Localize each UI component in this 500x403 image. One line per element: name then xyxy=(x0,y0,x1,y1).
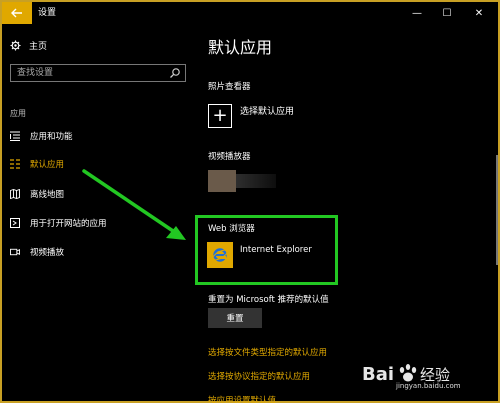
window-frame xyxy=(0,0,500,403)
search-input[interactable] xyxy=(11,65,161,81)
sidebar-item-offline-maps[interactable]: 离线地图 xyxy=(10,187,64,201)
baidu-jingyan-logo: Bai 经验 xyxy=(362,364,450,385)
choose-default-app-button[interactable]: 选择默认应用 xyxy=(240,104,294,117)
video-icon xyxy=(10,247,20,257)
map-icon xyxy=(10,189,20,199)
default-apps-icon xyxy=(10,159,20,169)
maximize-button[interactable]: ☐ xyxy=(434,2,460,24)
watermark-url: jingyan.baidu.com xyxy=(396,382,461,390)
search-icon[interactable] xyxy=(169,67,181,79)
highlight-box xyxy=(195,215,338,285)
plus-icon[interactable]: + xyxy=(208,104,232,128)
link-by-app[interactable]: 按应用设置默认值 xyxy=(208,394,276,403)
back-arrow-icon xyxy=(11,8,22,18)
section-heading-apps: 应用 xyxy=(10,109,26,118)
sidebar-item-apps-features[interactable]: 应用和功能 xyxy=(10,129,73,143)
open-website-icon xyxy=(10,218,20,228)
gear-icon xyxy=(10,39,21,51)
sidebar-item-label: 应用和功能 xyxy=(30,132,73,142)
photo-viewer-label: 照片查看器 xyxy=(208,82,251,92)
sidebar-item-label: 视频播放 xyxy=(30,248,65,258)
reset-label: 重置为 Microsoft 推荐的默认值 xyxy=(208,295,329,305)
scrollbar[interactable] xyxy=(496,155,498,265)
minimize-button[interactable]: — xyxy=(404,2,430,24)
window-title: 设置 xyxy=(38,8,57,18)
close-button[interactable]: ✕ xyxy=(466,2,492,24)
back-button[interactable] xyxy=(2,2,32,24)
home-label: 主页 xyxy=(29,41,48,52)
sidebar-item-label: 离线地图 xyxy=(30,190,65,200)
title-bar: 设置 — ☐ ✕ xyxy=(2,2,498,24)
video-player-label: 视频播放器 xyxy=(208,152,251,162)
reset-button[interactable]: 重置 xyxy=(208,308,262,328)
link-by-file-type[interactable]: 选择按文件类型指定的默认应用 xyxy=(208,346,327,358)
video-app-icon[interactable] xyxy=(208,170,236,192)
home-nav[interactable]: 主页 xyxy=(10,38,47,52)
page-title: 默认应用 xyxy=(208,38,273,57)
list-icon xyxy=(10,131,20,141)
sidebar-item-websites-apps[interactable]: 用于打开网站的应用 xyxy=(10,216,107,230)
sidebar-item-video-playback[interactable]: 视频播放 xyxy=(10,245,64,259)
svg-text:Bai: Bai xyxy=(362,364,394,385)
sidebar-item-label: 用于打开网站的应用 xyxy=(30,219,107,229)
link-by-protocol[interactable]: 选择按协议指定的默认应用 xyxy=(208,370,310,382)
sidebar-item-default-apps[interactable]: 默认应用 xyxy=(10,157,64,171)
search-box[interactable] xyxy=(10,64,186,82)
video-app-name-blurred xyxy=(236,174,276,188)
sidebar-item-label: 默认应用 xyxy=(30,160,65,170)
